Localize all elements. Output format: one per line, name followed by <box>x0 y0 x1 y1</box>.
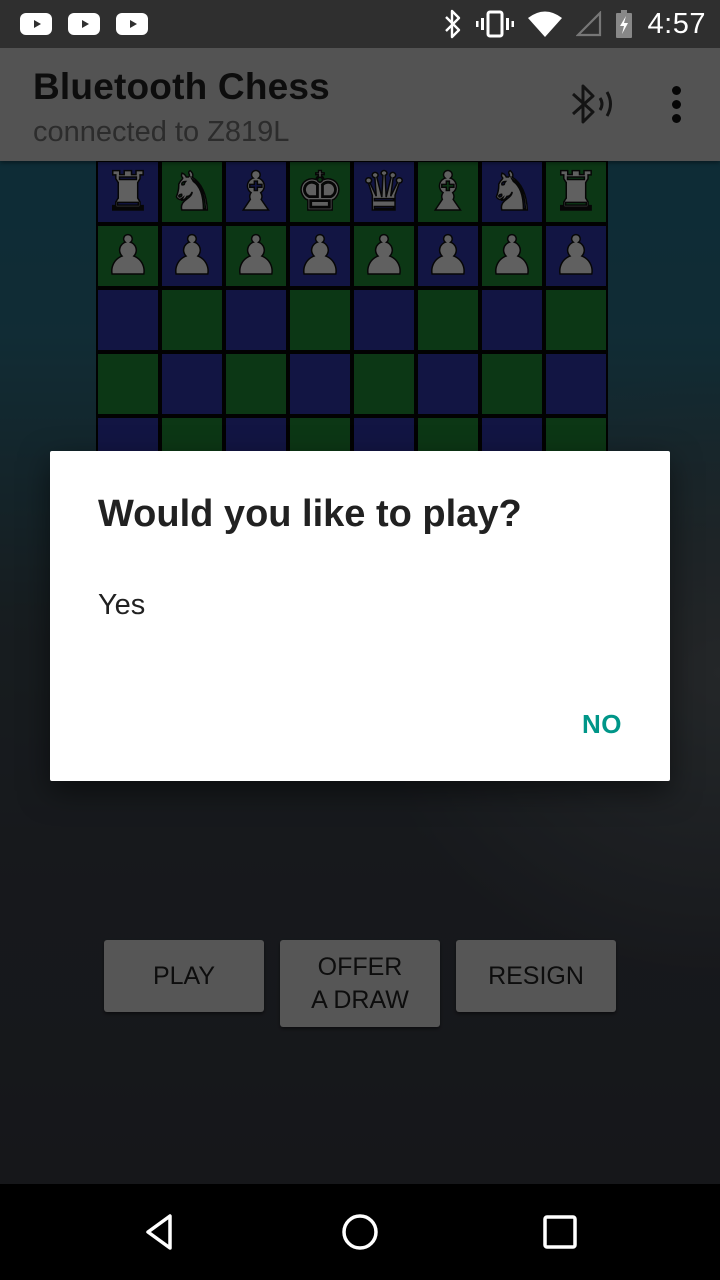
battery-charging-icon <box>615 10 632 38</box>
youtube-icon <box>20 13 52 35</box>
dialog-title: Would you like to play? <box>98 493 522 535</box>
cell-signal-icon <box>575 11 602 37</box>
wifi-icon <box>527 11 562 37</box>
navigation-bar <box>0 1184 720 1280</box>
back-icon <box>146 1214 172 1250</box>
youtube-icon <box>68 13 100 35</box>
home-button[interactable] <box>336 1208 384 1256</box>
play-dialog: Would you like to play? Yes NO <box>50 451 670 781</box>
back-button[interactable] <box>136 1208 184 1256</box>
system-icons: 4:57 <box>444 8 706 41</box>
notification-icons <box>20 13 148 35</box>
home-icon <box>342 1214 378 1250</box>
dialog-option-yes[interactable]: Yes <box>98 589 145 622</box>
status-bar: 4:57 <box>0 0 720 48</box>
youtube-icon <box>116 13 148 35</box>
vibrate-icon <box>475 10 514 38</box>
recents-icon <box>543 1215 577 1249</box>
clock: 4:57 <box>647 7 706 40</box>
bluetooth-icon <box>444 9 462 39</box>
dialog-no-button[interactable]: NO <box>582 709 622 740</box>
recents-button[interactable] <box>536 1208 584 1256</box>
